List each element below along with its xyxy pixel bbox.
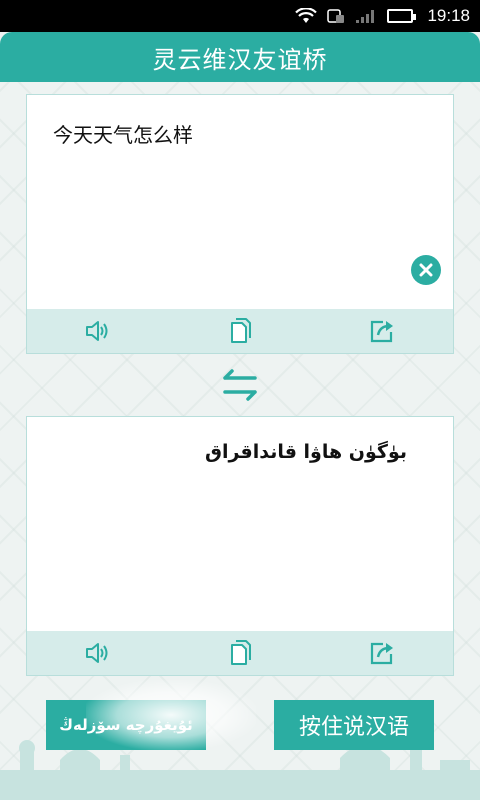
share-icon xyxy=(370,642,393,665)
source-share-button[interactable] xyxy=(364,313,400,349)
battery-icon xyxy=(387,9,417,23)
swap-language-button[interactable] xyxy=(218,364,262,406)
target-text-output: بۈگۈن ھاۋا قانداقراق xyxy=(204,441,407,463)
close-icon xyxy=(419,263,433,277)
target-text-panel: بۈگۈن ھاۋا قانداقراق xyxy=(26,416,454,676)
target-share-button[interactable] xyxy=(364,635,400,671)
source-copy-button[interactable] xyxy=(222,313,258,349)
swap-arrows-icon xyxy=(223,369,257,401)
clear-button[interactable] xyxy=(411,255,441,285)
hold-speak-uyghur-button[interactable]: ئۇيغۇرچە سۆزلەڭ xyxy=(46,700,206,750)
app-title-bar: 灵云维汉友谊桥 xyxy=(0,32,480,82)
source-speak-button[interactable] xyxy=(80,313,116,349)
status-time: 19:18 xyxy=(427,6,470,25)
share-icon xyxy=(370,320,393,343)
app-title: 灵云维汉友谊桥 xyxy=(152,45,328,74)
target-copy-button[interactable] xyxy=(222,635,258,671)
source-text-panel: 今天天气怎么样 xyxy=(26,94,454,354)
speaker-icon xyxy=(86,321,108,341)
hold-speak-chinese-button[interactable]: 按住说汉语 xyxy=(274,700,434,750)
target-toolbar xyxy=(27,631,453,675)
source-toolbar xyxy=(27,309,453,353)
chinese-button-label: 按住说汉语 xyxy=(298,715,409,740)
sim-icon xyxy=(327,8,345,24)
status-bar: 19:18 xyxy=(0,0,480,32)
wifi-icon xyxy=(295,8,318,24)
copy-icon xyxy=(231,640,251,665)
copy-icon xyxy=(231,318,251,343)
source-text-input[interactable]: 今天天气怎么样 xyxy=(27,95,453,309)
uyghur-button-label: ئۇيغۇرچە سۆزلەڭ xyxy=(59,716,193,734)
target-speak-button[interactable] xyxy=(80,635,116,671)
signal-icon xyxy=(355,8,377,24)
speaker-icon xyxy=(86,643,108,663)
